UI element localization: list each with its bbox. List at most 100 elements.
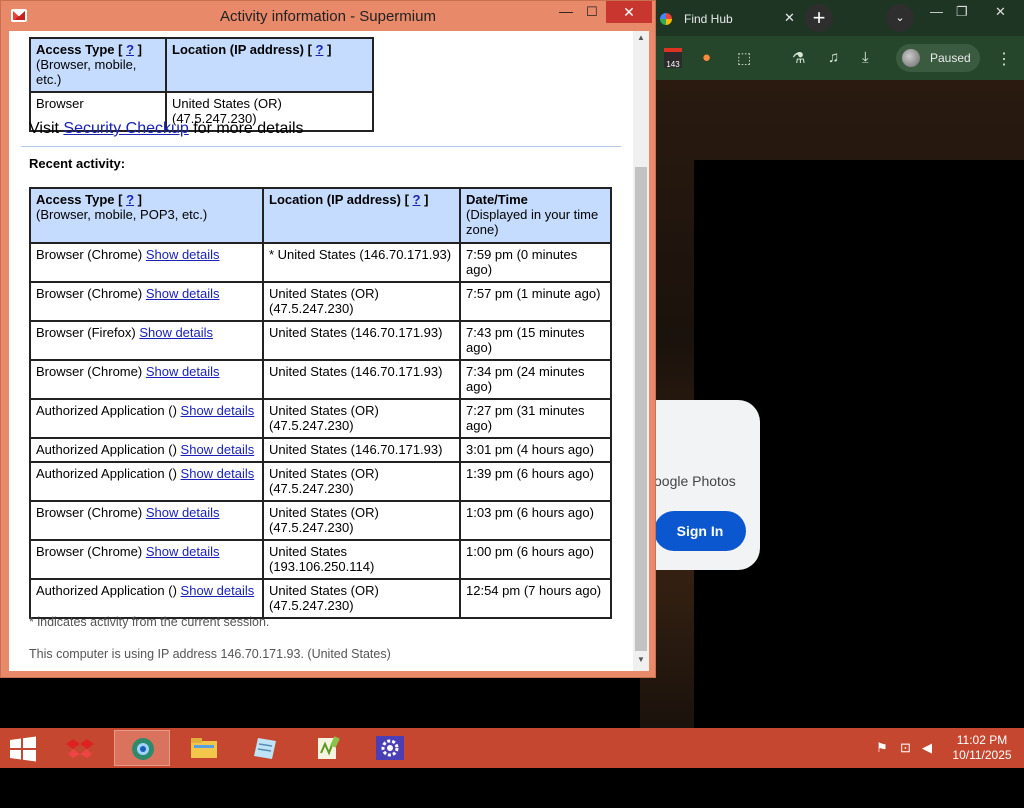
taskbar-notepad-plus-plus-app[interactable] bbox=[300, 730, 356, 766]
access-cell: Browser (Chrome) Show details bbox=[29, 359, 264, 400]
tab-search-button[interactable]: ⌄ bbox=[886, 4, 914, 32]
table-header-row: Access Type [ ? ] (Browser, mobile, etc.… bbox=[29, 37, 374, 93]
close-button[interactable]: ✕ bbox=[606, 1, 652, 23]
location-cell: United States (OR) (47.5.247.230) bbox=[262, 578, 461, 619]
activity-information-window: Activity information - Supermium — ☐ ✕ A… bbox=[0, 0, 656, 678]
taskbar-clock[interactable]: 11:02 PM 10/11/2025 bbox=[940, 733, 1024, 763]
access-cell: Browser (Chrome) Show details bbox=[29, 242, 264, 283]
taskbar-browser-app[interactable] bbox=[114, 730, 170, 766]
recent-datetime-header: Date/Time (Displayed in your time zone) bbox=[459, 187, 612, 244]
recent-location-help-link[interactable]: ? bbox=[413, 192, 421, 207]
recent-activity-rows: Browser (Chrome) Show details * United St… bbox=[29, 242, 612, 619]
browser-menu-icon[interactable]: ⋮ bbox=[996, 49, 1012, 69]
show-details-link[interactable]: Show details bbox=[139, 325, 213, 340]
browser-restore-button[interactable]: ❐ bbox=[956, 4, 968, 20]
show-details-link[interactable]: Show details bbox=[181, 442, 255, 457]
location-header-bracket: ] bbox=[327, 42, 332, 57]
folder-icon bbox=[191, 738, 217, 758]
table-row: Browser (Chrome) Show details * United St… bbox=[29, 242, 612, 283]
tab-strip: Find Hub ✕ + ⌄ — ❐ ✕ bbox=[640, 0, 1024, 36]
media-controls-icon[interactable]: ♫ bbox=[828, 49, 839, 66]
window-titlebar[interactable]: Activity information - Supermium — ☐ ✕ bbox=[1, 1, 655, 31]
google-photos-label: oogle Photos bbox=[654, 473, 736, 489]
scrollbar-thumb[interactable] bbox=[635, 167, 647, 651]
scroll-up-arrow-icon[interactable]: ▲ bbox=[633, 33, 649, 47]
location-cell: United States (OR) (47.5.247.230) bbox=[262, 461, 461, 502]
access-cell: Browser (Chrome) Show details bbox=[29, 500, 264, 541]
profile-status-label: Paused bbox=[930, 51, 971, 65]
recent-access-type-bracket: ] bbox=[137, 192, 143, 207]
tab-title: Find Hub bbox=[684, 12, 733, 26]
location-cell: United States (OR) (47.5.247.230) bbox=[262, 281, 461, 322]
recent-activity-table: Access Type [ ? ] (Browser, mobile, POP3… bbox=[29, 187, 612, 619]
show-details-link[interactable]: Show details bbox=[146, 505, 220, 520]
taskbar-settings-app[interactable] bbox=[362, 730, 418, 766]
profile-paused-chip[interactable]: Paused bbox=[896, 44, 980, 72]
access-type-text: Authorized Application () bbox=[36, 442, 177, 457]
action-center-flag-icon[interactable]: ⚑ bbox=[876, 740, 888, 756]
recent-location-label: Location (IP address) [ bbox=[269, 192, 409, 207]
show-details-link[interactable]: Show details bbox=[146, 247, 220, 262]
ip-address-note: This computer is using IP address 146.70… bbox=[29, 647, 391, 661]
table-row: Authorized Application () Show details Un… bbox=[29, 398, 612, 439]
datetime-cell: 7:34 pm (24 minutes ago) bbox=[459, 359, 612, 400]
table-row: Browser (Chrome) Show details United Stat… bbox=[29, 281, 612, 322]
show-details-link[interactable]: Show details bbox=[181, 403, 255, 418]
tab-find-hub[interactable]: Find Hub ✕ bbox=[648, 2, 796, 36]
background-browser-window: Find Hub ✕ + ⌄ — ❐ ✕ 143 ● ⬚ ⚗ ♫ ⤓ Pause… bbox=[640, 0, 1024, 808]
notepad-icon bbox=[254, 738, 276, 759]
recent-access-type-header: Access Type [ ? ] (Browser, mobile, POP3… bbox=[29, 187, 264, 244]
taskbar-dropbox-app[interactable] bbox=[52, 730, 108, 766]
minimize-button[interactable]: — bbox=[554, 1, 578, 23]
vertical-scrollbar[interactable]: ▲ ▼ bbox=[633, 31, 649, 671]
browser-close-button[interactable]: ✕ bbox=[995, 4, 1006, 20]
extensions-puzzle-icon[interactable]: ⬚ bbox=[737, 49, 751, 67]
scroll-down-arrow-icon[interactable]: ▼ bbox=[633, 655, 649, 669]
datetime-cell: 1:03 pm (6 hours ago) bbox=[459, 500, 612, 541]
location-cell: United States (193.106.250.114) bbox=[262, 539, 461, 580]
visit-suffix: for more details bbox=[188, 120, 304, 137]
show-details-link[interactable]: Show details bbox=[146, 364, 220, 379]
security-checkup-link[interactable]: Security Checkup bbox=[63, 120, 188, 137]
show-details-link[interactable]: Show details bbox=[181, 583, 255, 598]
clock-time: 11:02 PM bbox=[956, 733, 1008, 747]
location-header: Location (IP address) [ ? ] bbox=[165, 37, 374, 93]
taskbar-file-explorer-app[interactable] bbox=[176, 730, 232, 766]
new-tab-button[interactable]: + bbox=[805, 4, 833, 32]
recent-access-type-help-link[interactable]: ? bbox=[126, 192, 134, 207]
access-type-text: Authorized Application () bbox=[36, 583, 177, 598]
recent-datetime-label: Date/Time bbox=[466, 192, 528, 207]
datetime-cell: 3:01 pm (4 hours ago) bbox=[459, 437, 612, 463]
recent-location-header: Location (IP address) [ ? ] bbox=[262, 187, 461, 244]
cookie-extension-icon[interactable]: ● bbox=[702, 49, 711, 66]
table-row: Authorized Application () Show details Un… bbox=[29, 578, 612, 619]
section-divider bbox=[21, 146, 621, 147]
access-type-help-link[interactable]: ? bbox=[126, 42, 134, 57]
tab-close-icon[interactable]: ✕ bbox=[784, 10, 795, 26]
datetime-cell: 7:57 pm (1 minute ago) bbox=[459, 281, 612, 322]
downloads-icon[interactable]: ⤓ bbox=[862, 49, 869, 66]
show-details-link[interactable]: Show details bbox=[146, 544, 220, 559]
network-icon[interactable]: ⊡ bbox=[900, 740, 911, 756]
start-windows-icon[interactable] bbox=[8, 736, 38, 762]
table-row: Browser (Chrome) Show details United Stat… bbox=[29, 500, 612, 541]
datetime-cell: 7:59 pm (0 minutes ago) bbox=[459, 242, 612, 283]
taskbar-notepad-app[interactable] bbox=[238, 730, 294, 766]
notepad-plus-plus-icon bbox=[318, 736, 340, 759]
access-cell: Authorized Application () Show details bbox=[29, 461, 264, 502]
maximize-button[interactable]: ☐ bbox=[580, 1, 604, 23]
show-details-link[interactable]: Show details bbox=[146, 286, 220, 301]
google-photos-card: oogle Photos Sign In bbox=[650, 400, 760, 570]
volume-muted-icon[interactable]: ◀ bbox=[922, 740, 932, 756]
access-type-header-bracket: ] bbox=[137, 42, 143, 57]
access-cell: Browser (Firefox) Show details bbox=[29, 320, 264, 361]
access-type-text: Browser (Chrome) bbox=[36, 247, 143, 262]
location-cell: United States (OR) (47.5.247.230) bbox=[262, 500, 461, 541]
extension-badge-icon[interactable]: 143 bbox=[664, 48, 682, 69]
browser-minimize-button[interactable]: — bbox=[930, 4, 943, 19]
labs-flask-icon[interactable]: ⚗ bbox=[792, 49, 805, 67]
current-session-note: * indicates activity from the current se… bbox=[29, 615, 270, 629]
location-help-link[interactable]: ? bbox=[316, 42, 324, 57]
sign-in-button[interactable]: Sign In bbox=[654, 511, 746, 551]
show-details-link[interactable]: Show details bbox=[181, 466, 255, 481]
